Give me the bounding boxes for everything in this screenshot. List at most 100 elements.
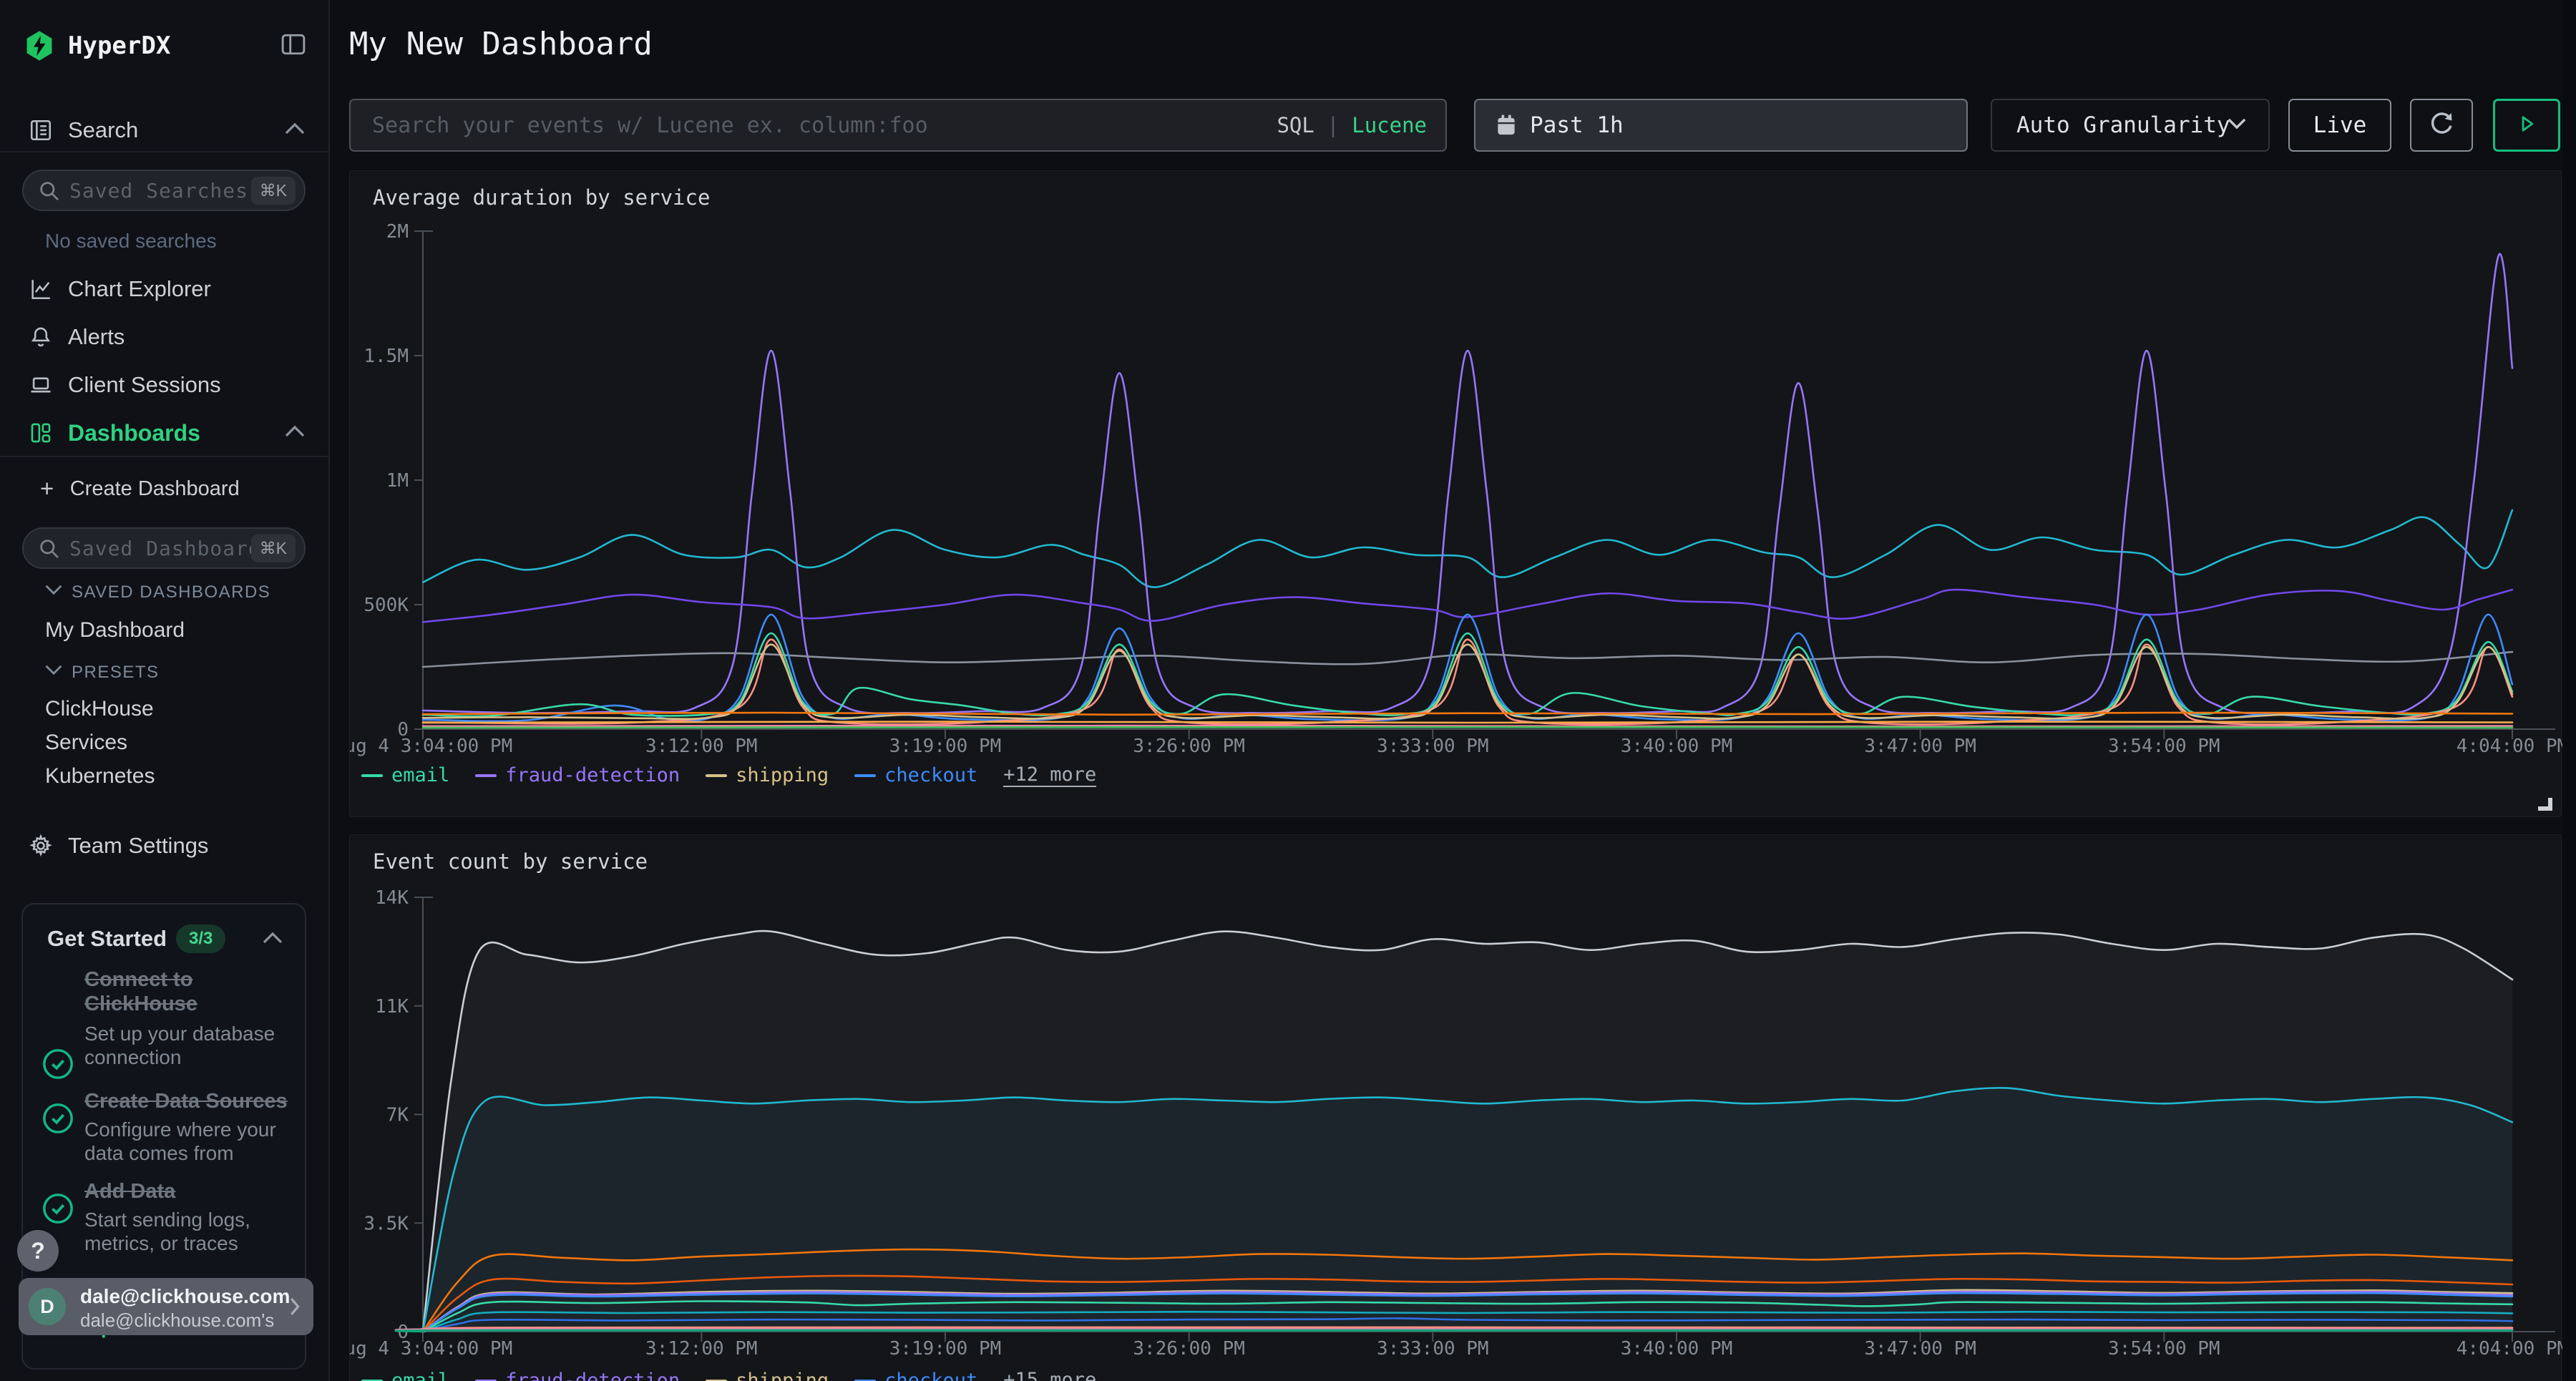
refresh-icon bbox=[2426, 109, 2457, 142]
saved-dashboards-input[interactable]: Saved Dashboards ⌘K bbox=[22, 527, 306, 569]
x-tick-label: 4:04:00 PM bbox=[2457, 1338, 2562, 1360]
app-title: HyperDX bbox=[68, 31, 170, 60]
chart-panel-avg-duration: Average duration by service 0500K1M1.5M2… bbox=[349, 170, 2562, 817]
app-root: HyperDX Search Saved Searches ⌘K No save… bbox=[0, 0, 2576, 1381]
legend-label: checkout bbox=[884, 764, 977, 786]
refresh-button[interactable] bbox=[2410, 99, 2473, 152]
x-tick-label: 3:47:00 PM bbox=[1864, 736, 1976, 757]
get-started-item[interactable]: Connect to ClickHouse Set up your databa… bbox=[23, 967, 308, 1075]
sidebar-item-client-sessions[interactable]: Client Sessions bbox=[0, 363, 330, 406]
live-button[interactable]: Live bbox=[2288, 99, 2391, 152]
sidebar-item-clickhouse[interactable]: ClickHouse bbox=[45, 697, 154, 721]
get-started-badge: 3/3 bbox=[176, 924, 225, 953]
shortcut-badge: ⌘K bbox=[251, 177, 296, 205]
granularity-select[interactable]: Auto Granularity bbox=[1991, 99, 2270, 152]
sidebar-item-kubernetes[interactable]: Kubernetes bbox=[45, 764, 155, 789]
sidebar-collapse-icon[interactable] bbox=[281, 34, 306, 59]
event-search-input[interactable] bbox=[372, 113, 1277, 138]
search-icon bbox=[38, 180, 61, 206]
x-tick-label: 3:12:00 PM bbox=[645, 1338, 758, 1360]
play-icon bbox=[2514, 112, 2539, 140]
legend-label: email bbox=[391, 1370, 449, 1381]
page-title: My New Dashboard bbox=[349, 26, 653, 62]
x-tick-label: 3:47:00 PM bbox=[1864, 1338, 1976, 1360]
sidebar-item-label: Team Settings bbox=[68, 833, 208, 859]
event-search-box[interactable]: SQL | Lucene bbox=[349, 99, 1447, 152]
y-tick-label: 2M bbox=[386, 221, 409, 243]
series-other-cyan bbox=[423, 510, 2512, 587]
user-menu[interactable]: D dale@clickhouse.com dale@clickhouse.co… bbox=[19, 1278, 313, 1335]
chevron-down-icon bbox=[44, 584, 63, 599]
avg-duration-chart: 0500K1M1.5M2MAug 4 3:04:00 PM3:12:00 PM3… bbox=[350, 171, 2562, 818]
y-tick-label: 500K bbox=[364, 595, 409, 616]
run-query-button[interactable] bbox=[2493, 99, 2560, 152]
chart-legend: email fraud-detection shipping checkout +12 … bbox=[361, 763, 1122, 787]
x-tick-label: 3:12:00 PM bbox=[645, 736, 758, 757]
sidebar-item-team-settings[interactable]: Team Settings bbox=[0, 824, 330, 867]
chart-legend: email fraud-detection shipping checkout +15 … bbox=[361, 1369, 1122, 1381]
sidebar-item-chart-explorer[interactable]: Chart Explorer bbox=[0, 268, 330, 311]
get-started-item-title: Connect to ClickHouse bbox=[84, 967, 291, 1016]
chevron-down-icon bbox=[2227, 117, 2247, 133]
sidebar: HyperDX Search Saved Searches ⌘K No save… bbox=[0, 0, 330, 1381]
get-started-item-desc: Start sending logs, metrics, or traces bbox=[84, 1208, 291, 1255]
legend-item-email[interactable]: email bbox=[361, 1370, 449, 1381]
plus-icon: + bbox=[40, 475, 54, 502]
y-tick-label: 3.5K bbox=[364, 1213, 409, 1234]
x-tick-label: 3:26:00 PM bbox=[1133, 736, 1245, 757]
sidebar-item-services[interactable]: Services bbox=[45, 731, 127, 755]
sidebar-item-my-dashboard[interactable]: My Dashboard bbox=[45, 618, 185, 643]
get-started-title: Get Started bbox=[47, 926, 167, 952]
saved-searches-input[interactable]: Saved Searches ⌘K bbox=[22, 170, 306, 211]
sidebar-item-label: Search bbox=[68, 117, 138, 143]
legend-more-link[interactable]: +12 more bbox=[1003, 763, 1096, 787]
chart-panel-event-count: Event count by service 03.5K7K11K14KAug … bbox=[349, 834, 2562, 1381]
sidebar-item-search[interactable]: Search bbox=[0, 109, 330, 152]
get-started-item[interactable]: Create Data Sources Configure where your… bbox=[23, 1089, 308, 1175]
legend-item-shipping[interactable]: shipping bbox=[706, 1370, 829, 1381]
help-label: ? bbox=[31, 1238, 45, 1264]
legend-item-shipping[interactable]: shipping bbox=[706, 764, 829, 786]
saved-dashboards-header[interactable]: SAVED DASHBOARDS bbox=[72, 582, 270, 602]
shortcut-badge: ⌘K bbox=[251, 535, 296, 562]
sidebar-item-label: Chart Explorer bbox=[68, 276, 211, 302]
sql-mode-toggle[interactable]: SQL bbox=[1277, 113, 1314, 137]
live-label: Live bbox=[2313, 112, 2367, 138]
legend-swatch bbox=[706, 774, 727, 777]
time-range-picker[interactable]: Past 1h bbox=[1474, 99, 1968, 152]
chevron-up-icon[interactable] bbox=[262, 932, 283, 948]
sidebar-item-alerts[interactable]: Alerts bbox=[0, 316, 330, 358]
chevron-up-icon bbox=[284, 425, 306, 441]
presets-header[interactable]: PRESETS bbox=[72, 663, 160, 683]
get-started-item[interactable]: Add Data Start sending logs, metrics, or… bbox=[23, 1179, 308, 1265]
divider bbox=[0, 456, 330, 457]
legend-item-email[interactable]: email bbox=[361, 764, 449, 786]
series-other-orange-light bbox=[423, 722, 2512, 723]
user-email: dale@clickhouse.com bbox=[80, 1285, 290, 1308]
legend-item-checkout[interactable]: checkout bbox=[854, 764, 977, 786]
lucene-mode-toggle[interactable]: Lucene bbox=[1352, 113, 1427, 137]
create-dashboard-label: Create Dashboard bbox=[70, 477, 240, 500]
chevron-down-icon bbox=[44, 664, 63, 679]
legend-more-link[interactable]: +15 more bbox=[1003, 1369, 1096, 1381]
y-tick-label: 1M bbox=[386, 470, 409, 492]
legend-item-checkout[interactable]: checkout bbox=[854, 1370, 977, 1381]
help-button[interactable]: ? bbox=[17, 1230, 59, 1272]
resize-handle-icon[interactable] bbox=[2538, 798, 2552, 811]
x-tick-label: Aug 4 3:04:00 PM bbox=[350, 736, 512, 757]
y-tick-label: 14K bbox=[375, 887, 409, 909]
legend-item-fraud-detection[interactable]: fraud-detection bbox=[475, 764, 680, 786]
sidebar-item-dashboards[interactable]: Dashboards bbox=[0, 411, 330, 454]
chevron-right-icon bbox=[289, 1297, 301, 1320]
legend-item-fraud-detection[interactable]: fraud-detection bbox=[475, 1370, 680, 1381]
legend-more-label: +15 more bbox=[1003, 1369, 1096, 1381]
legend-label: email bbox=[391, 764, 449, 786]
scrollbar[interactable] bbox=[2563, 0, 2576, 1381]
y-tick-label: 7K bbox=[386, 1105, 409, 1126]
create-dashboard-button[interactable]: + Create Dashboard bbox=[40, 475, 240, 502]
x-tick-label: 3:19:00 PM bbox=[889, 736, 1002, 757]
x-tick-label: 3:33:00 PM bbox=[1377, 736, 1489, 757]
sidebar-item-label: Dashboards bbox=[68, 420, 200, 446]
laptop-icon bbox=[27, 371, 54, 399]
x-tick-label: 3:54:00 PM bbox=[2108, 1338, 2220, 1360]
